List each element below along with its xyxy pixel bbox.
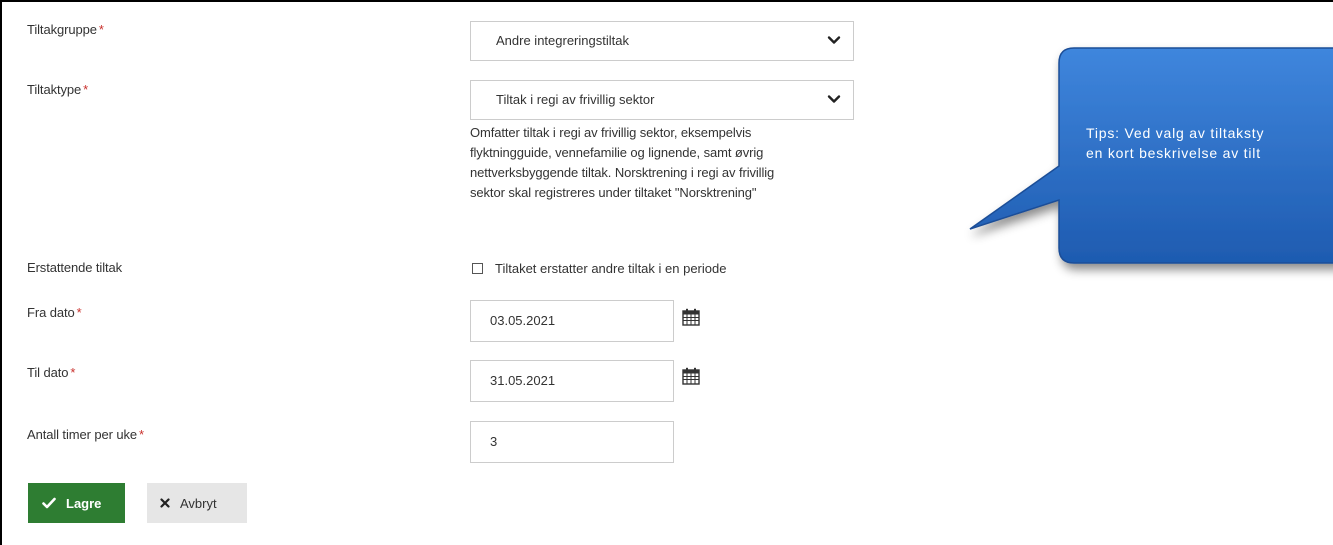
tiltakgruppe-select[interactable]: Andre integreringstiltak	[470, 21, 854, 61]
chevron-down-icon	[827, 95, 841, 103]
tiltaktype-label: Tiltaktype *	[27, 82, 89, 97]
help-line: sektor skal registreres under tiltaket "…	[470, 185, 757, 200]
callout-line: en kort beskrivelse av tilt	[1086, 145, 1261, 161]
required-mark: *	[70, 365, 76, 380]
timer-label: Antall timer per uke *	[27, 427, 144, 442]
callout-line: Tips: Ved valg av tiltaksty	[1086, 125, 1265, 141]
timer-input[interactable]: 3	[470, 421, 674, 463]
save-button[interactable]: Lagre	[28, 483, 125, 523]
save-button-label: Lagre	[66, 495, 102, 511]
form-frame: Tiltakgruppe * Andre integreringstiltak T…	[0, 0, 1333, 545]
required-mark: *	[98, 22, 104, 37]
required-mark: *	[76, 305, 82, 320]
required-mark: *	[83, 82, 89, 97]
close-icon	[160, 498, 170, 508]
calendar-icon[interactable]	[682, 367, 700, 385]
tiltaktype-help-text: Omfatter tiltak i regi av frivillig sekt…	[470, 123, 890, 203]
fra-dato-input[interactable]: 03.05.2021	[470, 300, 674, 342]
til-dato-value: 31.05.2021	[490, 373, 556, 388]
help-line: flyktningguide, vennefamilie og lignende…	[470, 145, 764, 160]
chevron-down-icon	[827, 36, 841, 44]
til-dato-label: Til dato *	[27, 365, 76, 380]
required-mark: *	[139, 427, 144, 442]
cancel-button[interactable]: Avbryt	[147, 483, 247, 523]
tiltakgruppe-select-value: Andre integreringstiltak	[496, 33, 629, 48]
erstattende-checkbox[interactable]	[472, 263, 483, 274]
cancel-button-label: Avbryt	[180, 495, 217, 511]
help-line: nettverksbyggende tiltak. Norsktrening i…	[470, 165, 775, 180]
erstattende-checkbox-label: Tiltaket erstatter andre tiltak i en per…	[495, 261, 727, 276]
calendar-icon[interactable]	[682, 308, 700, 326]
help-line: Omfatter tiltak i regi av frivillig sekt…	[470, 125, 752, 140]
til-dato-input[interactable]: 31.05.2021	[470, 360, 674, 402]
fra-dato-label: Fra dato *	[27, 305, 82, 320]
erstattende-label: Erstattende tiltak	[27, 260, 123, 275]
tiltakgruppe-label: Tiltakgruppe *	[27, 22, 104, 37]
fra-dato-value: 03.05.2021	[490, 313, 556, 328]
tiltaktype-select[interactable]: Tiltak i regi av frivillig sektor	[470, 80, 854, 120]
timer-value: 3	[490, 434, 498, 449]
tiltaktype-select-value: Tiltak i regi av frivillig sektor	[496, 92, 655, 107]
check-icon	[42, 497, 56, 509]
tips-callout-text: Tips: Ved valg av tiltaksty en kort besk…	[1086, 123, 1264, 163]
erstattende-checkbox-row[interactable]: Tiltaket erstatter andre tiltak i en per…	[472, 261, 726, 276]
